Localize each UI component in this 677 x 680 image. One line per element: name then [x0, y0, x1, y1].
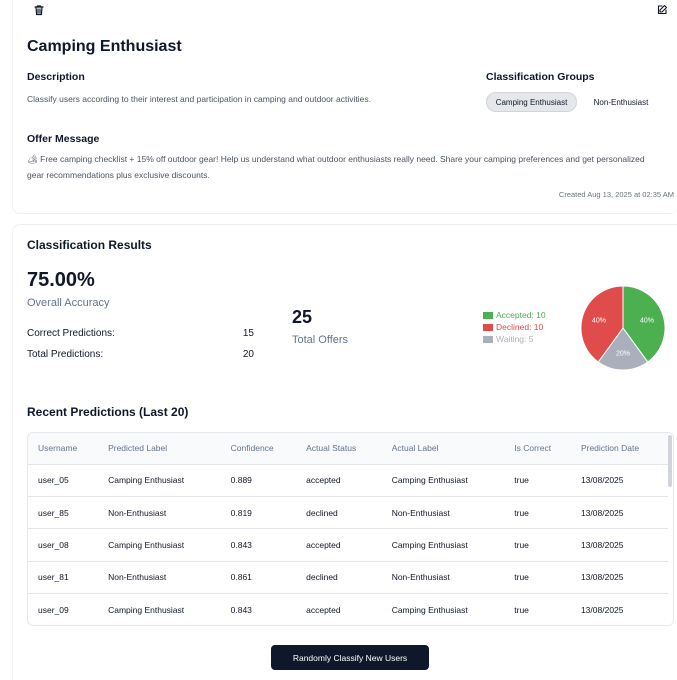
cell-actual-status: declined — [306, 572, 338, 583]
column-header-confidence: Confidence — [230, 443, 274, 454]
cell-prediction-date: 13/08/2025 — [580, 507, 624, 518]
recent-predictions-heading: Recent Predictions (Last 20) — [27, 405, 189, 419]
column-header-predicted-label: Predicted Label — [108, 443, 168, 454]
pie-label-declined: 40% — [592, 318, 606, 325]
legend-swatch-accepted — [483, 311, 493, 319]
cell-is-correct: true — [514, 605, 529, 615]
pie-label-waiting: 20% — [616, 351, 630, 358]
created-timestamp: Created Aug 13, 2025 at 02:35 AM — [558, 190, 674, 199]
cell-confidence: 0.843 — [230, 605, 252, 615]
cell-actual-status: accepted — [306, 605, 341, 615]
legend-swatch-declined — [483, 323, 493, 331]
cell-actual-status: accepted — [306, 475, 341, 486]
total-offers-value: 25 — [292, 307, 313, 327]
pie-label-accepted: 40% — [640, 318, 654, 325]
cell-username: user_09 — [38, 605, 69, 615]
offer-heading: Offer Message — [27, 133, 100, 145]
total-predictions-label: Total Predictions: — [27, 349, 104, 360]
table-header-row: Username Predicted Label Confidence Actu… — [28, 433, 668, 464]
total-offers-label: Total Offers — [292, 334, 349, 346]
description-text: Classify users according to their intere… — [27, 94, 371, 104]
table-row: user_05 Camping Enthusiast 0.889 accepte… — [28, 464, 668, 496]
column-header-actual-label: Actual Label — [391, 443, 439, 454]
legend-item-declined: Declined: 10 — [483, 321, 546, 333]
trash-icon[interactable] — [31, 2, 47, 18]
pie-legend: Accepted: 10 Declined: 10 Waiting: 5 — [483, 309, 546, 345]
table-scrollbar[interactable] — [668, 435, 672, 487]
groups-heading: Classification Groups — [486, 71, 595, 83]
column-header-prediction-date: Prediction Date — [580, 443, 640, 454]
cell-actual-label: Camping Enthusiast — [391, 605, 468, 615]
cell-prediction-date: 13/08/2025 — [580, 605, 624, 615]
offer-text-line1: 🏕 Free camping checklist + 15% off outdo… — [27, 154, 645, 164]
cell-actual-label: Camping Enthusiast — [391, 475, 468, 486]
randomly-classify-button[interactable]: Randomly Classify New Users — [271, 645, 429, 670]
description-heading: Description — [27, 71, 85, 83]
correct-predictions-value: 15 — [242, 328, 254, 339]
legend-swatch-waiting — [483, 335, 493, 343]
cell-username: user_08 — [38, 539, 69, 550]
cell-is-correct: true — [514, 507, 529, 518]
cell-predicted-label: Camping Enthusiast — [108, 475, 185, 486]
offer-status-pie-chart: 40% 20% 40% — [580, 285, 666, 371]
cell-prediction-date: 13/08/2025 — [580, 572, 624, 583]
accuracy-value: 75.00% — [27, 269, 95, 291]
cell-actual-label: Non-Enthusiast — [391, 572, 450, 583]
cell-confidence: 0.819 — [230, 507, 252, 518]
cell-prediction-date: 13/08/2025 — [580, 539, 624, 550]
table-row: user_81 Non-Enthusiast 0.861 declined No… — [28, 561, 668, 593]
cell-username: user_85 — [38, 507, 69, 518]
legend-label-declined: Declined: 10 — [496, 322, 544, 332]
cell-confidence: 0.843 — [230, 539, 252, 550]
cell-actual-status: accepted — [306, 539, 341, 550]
cell-is-correct: true — [514, 475, 529, 486]
offer-text-line2: gear recommendations plus exclusive disc… — [27, 170, 210, 180]
cell-actual-label: Non-Enthusiast — [391, 507, 450, 518]
cell-confidence: 0.861 — [230, 572, 252, 583]
cell-actual-label: Camping Enthusiast — [391, 539, 468, 550]
cell-username: user_05 — [38, 475, 69, 486]
table-row: user_08 Camping Enthusiast 0.843 accepte… — [28, 528, 668, 561]
cell-is-correct: true — [514, 572, 529, 583]
table-row: user_85 Non-Enthusiast 0.819 declined No… — [28, 496, 668, 528]
cell-predicted-label: Camping Enthusiast — [108, 539, 185, 550]
accuracy-label: Overall Accuracy — [27, 297, 110, 309]
predictions-table: Username Predicted Label Confidence Actu… — [27, 432, 674, 626]
column-header-username: Username — [38, 443, 78, 454]
cell-actual-status: declined — [306, 507, 338, 518]
cell-predicted-label: Non-Enthusiast — [108, 572, 167, 583]
cell-predicted-label: Non-Enthusiast — [108, 507, 167, 518]
cell-prediction-date: 13/08/2025 — [580, 475, 624, 486]
legend-label-accepted: Accepted: 10 — [496, 310, 546, 320]
cell-username: user_81 — [38, 572, 69, 583]
correct-predictions-row: Correct Predictions: 15 — [27, 328, 254, 339]
total-predictions-value: 20 — [242, 349, 254, 360]
correct-predictions-label: Correct Predictions: — [27, 328, 115, 339]
legend-item-accepted: Accepted: 10 — [483, 309, 546, 321]
cell-is-correct: true — [514, 539, 529, 550]
column-header-is-correct: Is Correct — [514, 443, 552, 454]
edit-icon[interactable] — [654, 2, 670, 18]
total-predictions-row: Total Predictions: 20 — [27, 349, 254, 360]
legend-item-waiting: Waiting: 5 — [483, 333, 546, 345]
page-title: Camping Enthusiast — [27, 38, 182, 55]
column-header-actual-status: Actual Status — [306, 443, 357, 454]
table-row: user_09 Camping Enthusiast 0.843 accepte… — [28, 593, 668, 625]
cell-predicted-label: Camping Enthusiast — [108, 605, 185, 615]
cell-confidence: 0.889 — [230, 475, 252, 486]
legend-label-waiting: Waiting: 5 — [496, 334, 534, 344]
group-chip-non-enthusiast[interactable]: Non-Enthusiast — [583, 92, 659, 112]
group-chip-camping-enthusiast[interactable]: Camping Enthusiast — [486, 92, 577, 112]
results-heading: Classification Results — [27, 238, 152, 252]
